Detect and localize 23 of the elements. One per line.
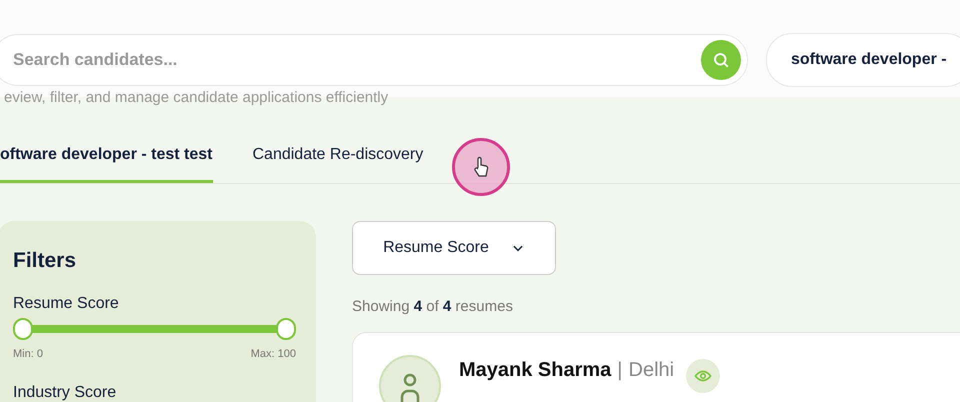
search-icon [712,50,730,68]
tab[interactable]: Candidate Re-discovery [252,146,424,183]
filter-label: Industry Score [13,384,118,402]
job-select[interactable]: software developer - [766,32,960,86]
max-label: Max: 100 [250,348,296,360]
candidate-location: Delhi [628,359,674,382]
sort-select[interactable]: Resume Score [352,221,556,275]
tab[interactable]: oftware developer - test test [0,146,212,183]
hand-cursor-icon [473,156,489,178]
filters-title: Filters [13,249,78,273]
candidate-name: Mayank Sharma [459,359,612,382]
person-icon [399,373,421,402]
filter-label: Resume Score [13,295,120,313]
search-bar[interactable]: Search candidates... [0,34,748,86]
range-slider[interactable] [13,318,296,340]
view-button[interactable] [686,359,720,393]
min-label: Min: 0 [13,348,43,360]
slider-thumb[interactable] [276,318,296,340]
search-button[interactable] [701,40,741,80]
separator: | [617,359,622,382]
page-subtitle: eview, filter, and manage candidate applications efficiently [4,90,390,106]
results-summary: Showing 4 of 4 resumes [352,298,514,315]
slider-thumb[interactable] [13,318,33,340]
